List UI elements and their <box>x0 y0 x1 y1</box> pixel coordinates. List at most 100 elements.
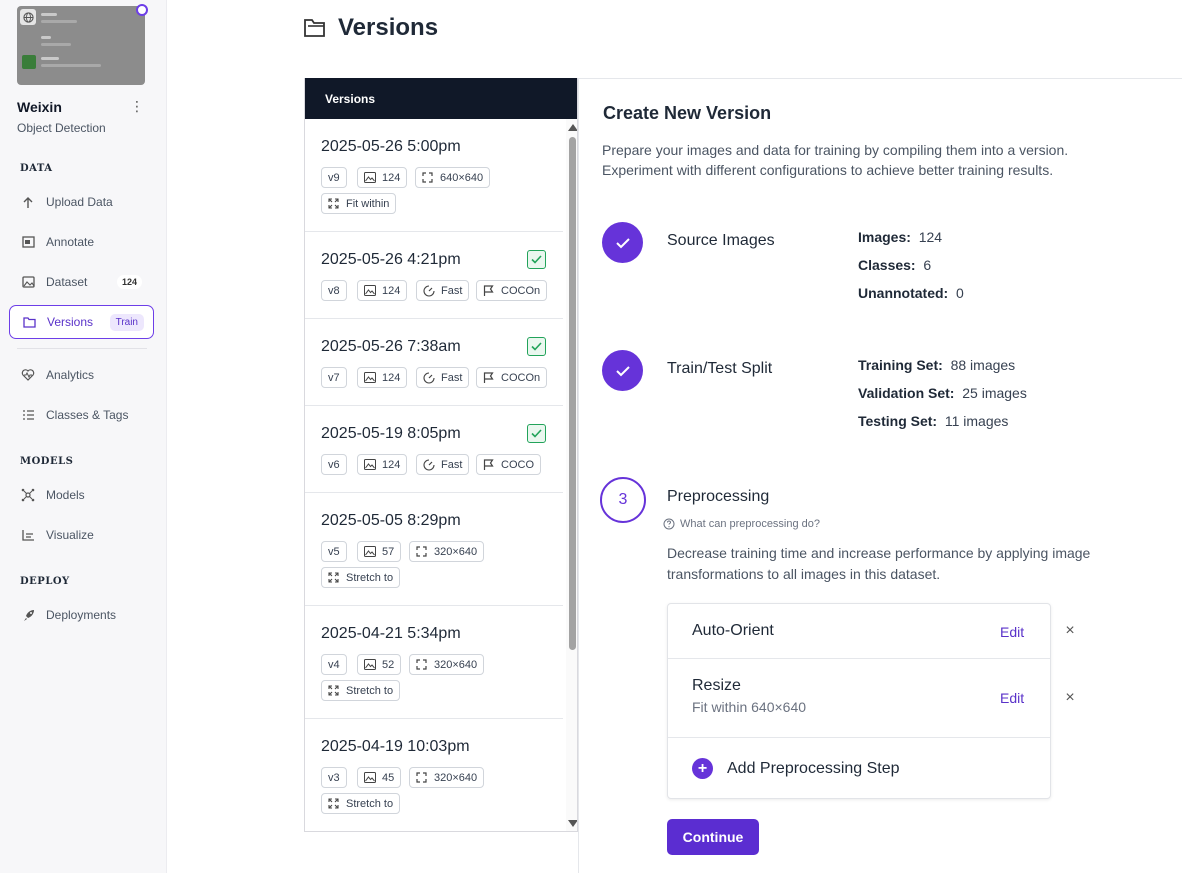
flag-icon <box>483 458 495 471</box>
resize-tag: Stretch to <box>321 680 401 701</box>
project-type: Object Detection <box>17 121 106 135</box>
plus-icon: + <box>692 758 713 779</box>
preprocessing-step-resize: Resize Fit within 640×640 Edit <box>668 659 1050 738</box>
speed-icon <box>423 284 435 297</box>
sidebar-item-visualize[interactable]: Visualize <box>9 518 154 552</box>
image-icon <box>364 658 376 671</box>
image-count-tag: 52 <box>357 654 402 675</box>
version-tag: v7 <box>321 367 347 388</box>
more-options-icon[interactable]: ⋮ <box>130 98 144 114</box>
source-images-title[interactable]: Source Images <box>667 232 775 250</box>
project-thumbnail[interactable] <box>17 6 145 85</box>
version-tag: v3 <box>321 767 347 788</box>
stat-validation-set: Validation Set: 25 images <box>858 385 1027 401</box>
stat-unannotated: Unannotated: 0 <box>858 285 964 301</box>
sidebar-item-versions[interactable]: Versions Train <box>9 305 154 339</box>
version-tag: v5 <box>321 541 347 562</box>
edit-auto-orient-button[interactable]: Edit <box>1000 624 1024 640</box>
version-date: 2025-04-19 10:03pm <box>321 738 470 755</box>
check-icon <box>527 337 546 356</box>
sidebar-item-deployments[interactable]: Deployments <box>9 598 154 632</box>
chat-app-icon <box>22 55 36 69</box>
dataset-count-badge: 124 <box>116 275 142 289</box>
create-version-description: Prepare your images and data for trainin… <box>602 142 1069 178</box>
version-card[interactable]: 2025-05-26 7:38am v7 124 Fast COCOn <box>305 319 563 406</box>
version-card[interactable]: 2025-05-05 8:29pm v5 57 320×640 Stretch … <box>305 493 563 606</box>
image-icon <box>364 371 376 384</box>
sidebar: Weixin ⋮ Object Detection DATA Upload Da… <box>0 0 167 873</box>
rocket-icon <box>21 608 35 622</box>
sidebar-item-analytics[interactable]: Analytics <box>9 358 154 392</box>
annotate-icon <box>21 235 35 249</box>
export-tag: COCOn <box>476 280 548 301</box>
sidebar-item-annotate[interactable]: Annotate <box>9 225 154 259</box>
step-complete-check-icon <box>602 350 643 391</box>
resize-icon <box>328 197 340 210</box>
scroll-down-arrow-icon[interactable] <box>568 820 577 827</box>
version-card[interactable]: 2025-05-26 4:21pm v8 124 Fast COCOn <box>305 232 563 319</box>
upload-icon <box>21 195 35 209</box>
add-preprocessing-step-button[interactable]: + Add Preprocessing Step <box>692 758 900 779</box>
scroll-up-arrow-icon[interactable] <box>568 124 577 131</box>
resize-icon <box>328 797 340 810</box>
train-badge: Train <box>109 313 144 331</box>
sidebar-item-dataset[interactable]: Dataset 124 <box>9 265 154 299</box>
size-tag: 320×640 <box>409 654 485 675</box>
folder-icon <box>304 19 325 37</box>
resize-tag: Fit within <box>321 193 397 214</box>
version-card[interactable]: 2025-04-19 10:03pm v3 45 320×640 Stretch… <box>305 719 563 831</box>
image-icon <box>364 284 376 297</box>
export-tag: COCO <box>476 454 541 475</box>
train-test-split-title[interactable]: Train/Test Split <box>667 360 772 378</box>
version-card[interactable]: 2025-04-21 5:34pm v4 52 320×640 Stretch … <box>305 606 563 719</box>
resize-icon <box>328 571 340 584</box>
check-icon <box>527 424 546 443</box>
preprocessing-step-auto-orient: Auto-Orient Edit <box>668 604 1050 659</box>
heart-pulse-icon <box>21 368 35 382</box>
image-count-tag: 124 <box>357 454 408 475</box>
version-card[interactable]: 2025-05-26 5:00pm v9 124 640×640 Fit wit… <box>305 119 563 232</box>
edit-resize-button[interactable]: Edit <box>1000 690 1024 706</box>
expand-icon <box>422 171 434 184</box>
size-tag: 640×640 <box>415 167 491 188</box>
check-icon <box>527 250 546 269</box>
stat-training-set: Training Set: 88 images <box>858 357 1016 373</box>
versions-panel: Versions 2025-05-26 5:00pm v9 124 640×64… <box>304 78 578 832</box>
version-tag: v4 <box>321 654 347 675</box>
preprocessing-title: Preprocessing <box>667 488 770 505</box>
remove-auto-orient-close-icon[interactable]: × <box>1063 622 1077 640</box>
version-date: 2025-05-26 4:21pm <box>321 251 461 268</box>
speed-icon <box>423 458 435 471</box>
sidebar-item-models[interactable]: Models <box>9 478 154 512</box>
versions-scrollbar[interactable] <box>566 119 577 831</box>
image-icon <box>364 458 376 471</box>
remove-resize-close-icon[interactable]: × <box>1063 689 1077 707</box>
preprocessing-steps: Auto-Orient Edit Resize Fit within 640×6… <box>667 603 1051 799</box>
scroll-thumb[interactable] <box>569 137 576 650</box>
speed-tag: Fast <box>416 367 470 388</box>
preprocessing-help-link[interactable]: What can preprocessing do? <box>663 518 820 530</box>
sidebar-item-classes-tags[interactable]: Classes & Tags <box>9 398 154 432</box>
version-date: 2025-05-26 5:00pm <box>321 138 461 155</box>
list-icon <box>21 408 35 422</box>
image-count-tag: 124 <box>357 280 408 301</box>
size-tag: 320×640 <box>409 541 485 562</box>
flag-icon <box>483 284 495 297</box>
version-card[interactable]: 2025-05-19 8:05pm v6 124 Fast COCO <box>305 406 563 493</box>
status-dot <box>136 4 148 16</box>
continue-button[interactable]: Continue <box>667 819 759 855</box>
image-icon <box>21 275 35 289</box>
nav-divider <box>17 348 147 349</box>
sidebar-item-upload-data[interactable]: Upload Data <box>9 185 154 219</box>
globe-icon <box>20 9 36 25</box>
expand-icon <box>416 658 428 671</box>
version-date: 2025-05-26 7:38am <box>321 338 461 355</box>
folder-icon <box>22 315 36 329</box>
size-tag: 320×640 <box>409 767 485 788</box>
flag-icon <box>483 371 495 384</box>
image-icon <box>364 545 376 558</box>
version-date: 2025-05-05 8:29pm <box>321 512 461 529</box>
image-count-tag: 57 <box>357 541 402 562</box>
stat-testing-set: Testing Set: 11 images <box>858 413 1009 429</box>
create-version-title: Create New Version <box>603 103 772 123</box>
